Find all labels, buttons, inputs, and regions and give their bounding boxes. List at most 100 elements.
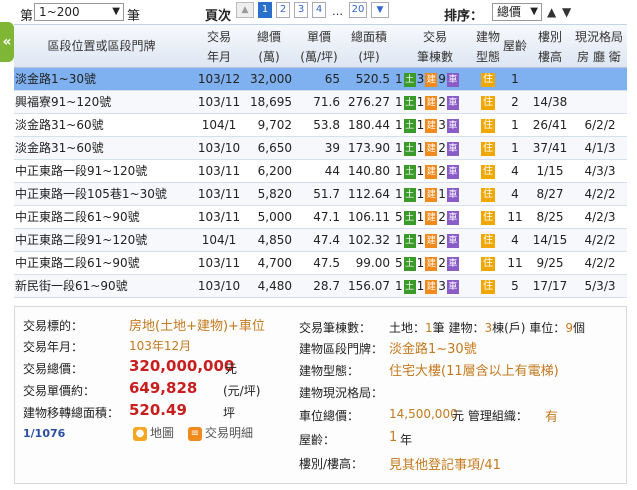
detail-total-unit: 元	[225, 362, 238, 376]
cell-total: 4,700	[257, 256, 292, 270]
bld-count: 1	[416, 118, 425, 132]
header-ym[interactable]: 交易 年月	[196, 27, 242, 67]
cell-floor: 26/41	[532, 118, 568, 132]
tx-detail-button-label: 交易明細	[205, 426, 254, 440]
page-3-button[interactable]: 3	[294, 2, 308, 18]
car-count: 2	[438, 164, 446, 178]
cell-area: 140.80	[348, 164, 390, 178]
cell-address: 中正東路二段91~120號	[15, 233, 148, 247]
detail-area: 520.49	[129, 401, 187, 419]
table-row[interactable]: 興福寮91~120號 103/11 18,695 71.6 276.27 1 土 1 建 2 車住 2…	[14, 91, 627, 114]
bld-count: 1	[416, 256, 425, 270]
cell-unit-price: 71.6	[313, 95, 340, 109]
table-body: 淡金路1~30號 103/12 32,000 65 520.5 1 土 3 建 9 車住 1 興福寮91…	[14, 68, 627, 298]
chevron-down-icon: ▼	[112, 6, 120, 17]
bld-count: 1	[416, 279, 425, 293]
cell-area: 99.00	[355, 256, 390, 270]
bld-tag-icon: 建	[425, 256, 438, 271]
cell-building-type: 住	[476, 137, 500, 159]
detail-label-target: 交易標的：	[23, 319, 84, 333]
land-count: 1	[395, 118, 403, 132]
cell-age: 1	[511, 141, 519, 155]
car-count: 3	[438, 279, 446, 293]
results-table: 區段位置或區段門牌 交易 年月 總價 (萬) 單價 (萬/坪) 總面積 (坪) …	[14, 24, 627, 298]
bld-tag-icon: 建	[425, 164, 438, 179]
car-tag-icon: 車	[446, 118, 459, 133]
range-select[interactable]: 1~200 ▼	[34, 3, 124, 21]
header-total[interactable]: 總價 (萬)	[246, 27, 292, 67]
cell-floor: 37/41	[532, 141, 568, 155]
sort-label: 排序：	[444, 9, 484, 24]
count-car: 9	[565, 321, 573, 335]
land-tag-icon: 土	[403, 72, 416, 87]
land-tag-icon: 土	[403, 233, 416, 248]
pages-label: 頁次	[205, 9, 232, 24]
cell-age: 2	[511, 95, 519, 109]
tx-detail-button[interactable]: ≡ 交易明細	[188, 424, 253, 441]
cell-layout: 4/2/3	[584, 210, 616, 224]
sort-asc-icon[interactable]: ▲	[547, 5, 556, 19]
detail-area-unit: 坪	[223, 406, 236, 420]
record-counter: 1/1076	[23, 427, 66, 440]
cell-tx-count: 1土1建2車	[395, 160, 473, 182]
cell-total: 4,480	[257, 279, 292, 293]
page-1-button[interactable]: 1	[258, 2, 272, 18]
collapse-tab-icon[interactable]: «	[0, 22, 14, 62]
detail-label-unit-price: 交易單價約：	[23, 384, 96, 398]
land-count: 1	[395, 187, 403, 201]
land-tag-icon: 土	[403, 164, 416, 179]
sort-desc-icon[interactable]: ▼	[562, 5, 571, 19]
cell-floor: 17/17	[532, 279, 568, 293]
table-row[interactable]: 新民街一段61~90號 103/10 4,480 28.7 156.07 1 土 1 建 3 車住 5…	[14, 275, 627, 298]
count-bld-label: 筆 建物：	[432, 321, 485, 335]
page-20-button[interactable]: 20	[349, 2, 367, 18]
bld-count: 1	[416, 164, 425, 178]
cell-unit-price: 39	[324, 141, 340, 155]
detail-label-car: 車位總價：	[299, 409, 360, 423]
detail-label-location: 建物區段門牌：	[299, 342, 384, 356]
header-age[interactable]: 屋齡	[502, 36, 528, 56]
cell-layout: 4/3/3	[584, 164, 616, 178]
cell-tx-count: 5土1建2車	[395, 206, 473, 228]
land-count: 1	[395, 95, 403, 109]
cell-total: 9,702	[257, 118, 292, 132]
detail-total: 320,000,000	[129, 357, 235, 375]
cell-tx-count: 1土1建2車	[395, 91, 473, 113]
table-row[interactable]: 淡金路31~60號 104/1 9,702 53.8 180.44 1 土 1 建 3 車住 1 26/…	[14, 114, 627, 137]
cell-unit-price: 53.8	[313, 118, 340, 132]
cell-total: 6,650	[257, 141, 292, 155]
cell-unit-price: 47.5	[313, 256, 340, 270]
table-row[interactable]: 中正東路二段91~120號 104/1 4,850 47.4 102.32 1 土 1 建 2 車住…	[14, 229, 627, 252]
map-button[interactable]: ● 地圖	[133, 424, 174, 441]
header-addr[interactable]: 區段位置或區段門牌	[14, 36, 189, 56]
page-2-button[interactable]: 2	[276, 2, 290, 18]
table-row[interactable]: 中正東路二段61~90號 103/11 5,000 47.1 106.11 5 土 1 建 2 車住…	[14, 206, 627, 229]
table-row[interactable]: 中正東路二段61~90號 103/11 4,700 47.5 99.00 5 土 1 建 2 車住 1…	[14, 252, 627, 275]
prev-page-icon[interactable]: ▲	[236, 2, 254, 18]
map-button-label: 地圖	[150, 426, 175, 440]
cell-layout: 4/2/2	[584, 233, 616, 247]
car-tag-icon: 車	[446, 187, 459, 202]
table-row[interactable]: 中正東路一段105巷1~30號 103/11 5,820 51.7 112.64 1 土 1 建…	[14, 183, 627, 206]
land-count: 1	[395, 164, 403, 178]
car-tag-icon: 車	[446, 279, 459, 294]
table-row[interactable]: 淡金路31~60號 103/10 6,650 39 173.90 1 土 1 建 2 車住 1 37/4…	[14, 137, 627, 160]
cell-age: 1	[511, 118, 519, 132]
residential-icon: 住	[481, 233, 495, 248]
page-4-button[interactable]: 4	[312, 2, 326, 18]
count-car-unit: 個	[572, 321, 585, 335]
sort-select[interactable]: 總價 ▼	[492, 3, 542, 21]
land-count: 5	[395, 256, 403, 270]
land-tag-icon: 土	[403, 279, 416, 294]
table-row[interactable]: 中正東路一段91~120號 103/11 6,200 44 140.80 1 土 1 建 2 車住 4…	[14, 160, 627, 183]
next-page-icon[interactable]: ▼	[371, 2, 389, 18]
detail-label-count: 交易筆棟數：	[299, 321, 372, 335]
table-row[interactable]: 淡金路1~30號 103/12 32,000 65 520.5 1 土 3 建 9 車住 1	[14, 68, 627, 91]
detail-count: 土地：1筆 建物：3棟(戶) 車位：9個	[389, 319, 585, 336]
residential-icon: 住	[481, 141, 495, 156]
detail-location: 淡金路1~30號	[389, 342, 477, 357]
header-area[interactable]: 總面積 (坪)	[344, 27, 394, 67]
bld-tag-icon: 建	[425, 279, 438, 294]
header-unit-price[interactable]: 單價 (萬/坪)	[294, 27, 344, 67]
cell-tx-count: 1土1建3車	[395, 275, 473, 297]
